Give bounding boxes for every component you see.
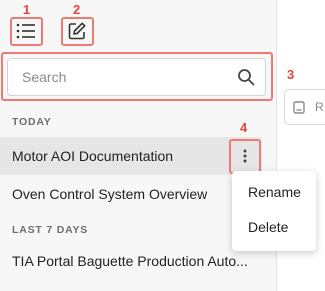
callout-number-2: 2 [73,2,81,17]
list-button[interactable] [15,20,37,42]
conversation-item[interactable]: Oven Control System Overview [0,175,226,213]
context-menu: Rename Delete [232,171,316,251]
delete-menu-item[interactable]: Delete [248,219,288,235]
document-icon [293,100,305,114]
search-icon[interactable] [237,68,255,86]
section-title-last-7-days: LAST 7 DAYS [12,224,89,236]
conversation-options-button[interactable] [234,145,256,167]
conversation-label: TIA Portal Baguette Production Auto... [12,253,248,269]
conversation-label: Oven Control System Overview [12,186,208,202]
right-panel-chip[interactable]: R [284,89,325,125]
edit-icon [68,22,86,40]
search-box[interactable] [7,58,266,96]
more-vertical-icon [243,149,247,163]
conversation-item[interactable]: Motor AOI Documentation [0,137,262,175]
conversation-label: Motor AOI Documentation [12,148,174,164]
list-icon [16,23,35,39]
section-title-today: TODAY [12,116,52,128]
callout-number-3: 3 [287,67,295,82]
callout-number-1: 1 [23,2,31,17]
new-chat-button[interactable] [66,20,88,42]
right-panel-chip-text: R [315,100,324,114]
callout-number-4: 4 [240,120,248,135]
search-input[interactable] [20,68,237,86]
rename-menu-item[interactable]: Rename [248,184,301,200]
conversation-item[interactable]: TIA Portal Baguette Production Auto... [0,242,262,280]
